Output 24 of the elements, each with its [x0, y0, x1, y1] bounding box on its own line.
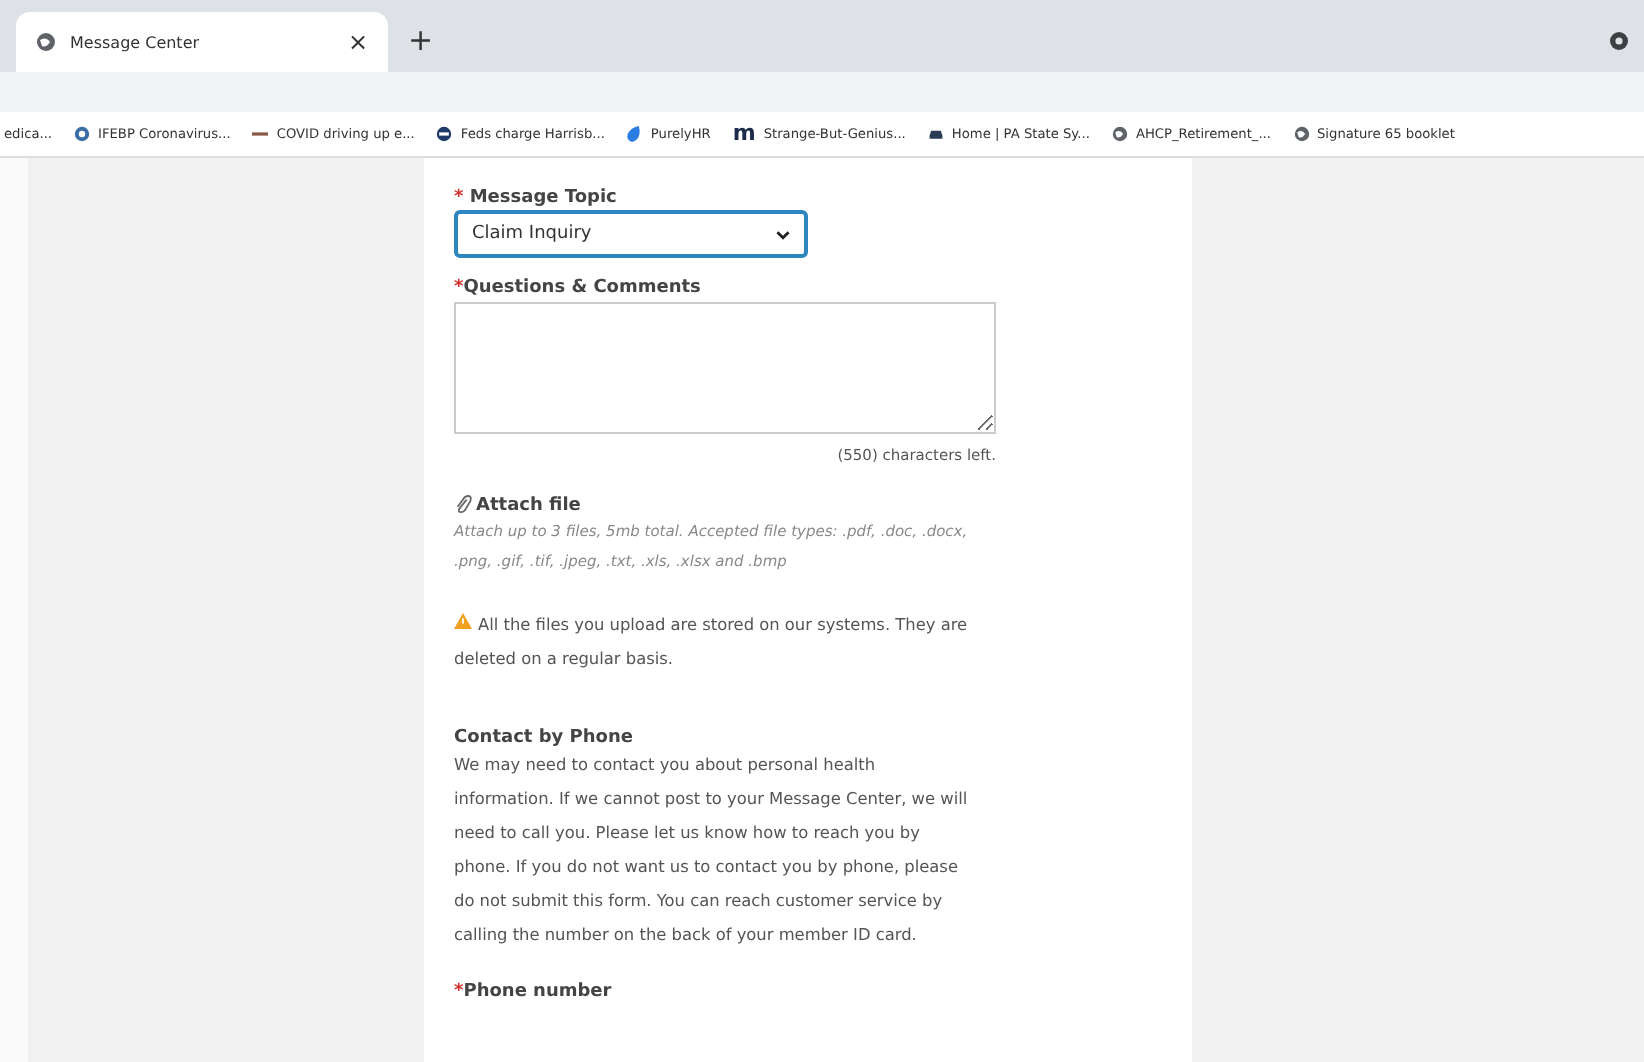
tab-title: Message Center	[70, 33, 202, 51]
paperclip-icon	[454, 494, 472, 516]
upload-warning: All the files you upload are stored on our systems. They are deleted on a regular basis.	[454, 610, 970, 672]
globe-icon	[1293, 126, 1309, 142]
car-icon	[927, 126, 944, 142]
contact-paragraph: We may need to contact you about personal health information. If we cannot post to your Message Center, we will need to call you. Please let us know how to reach you by phone. If you do not want us to contact you by phone, please do not submit this form. You can reach customer service by calling the number on the back of your member ID card.	[454, 752, 970, 948]
circle-icon	[436, 126, 453, 142]
warning-icon	[454, 612, 472, 630]
close-tab-button[interactable]: ×	[347, 28, 368, 56]
globe-icon	[36, 32, 56, 52]
chevron-icon	[776, 229, 790, 239]
comments-field[interactable]	[454, 302, 996, 434]
field-label: *Questions & Comments	[454, 278, 701, 298]
field-label: * Message Topic	[454, 188, 617, 208]
topic-select[interactable]: Claim Inquiry	[454, 210, 808, 258]
globe-icon	[1111, 126, 1128, 142]
letter-icon: m	[732, 126, 756, 142]
attach-file-label: Attach file	[476, 495, 581, 515]
new-tab-button[interactable]: +	[408, 22, 434, 58]
dash-icon	[252, 126, 269, 142]
section-heading: Contact by Phone	[454, 728, 633, 748]
browser-tab[interactable]: Message Center ×	[16, 12, 388, 72]
drop-icon	[626, 126, 643, 142]
field-label: *Phone number	[454, 982, 612, 1002]
